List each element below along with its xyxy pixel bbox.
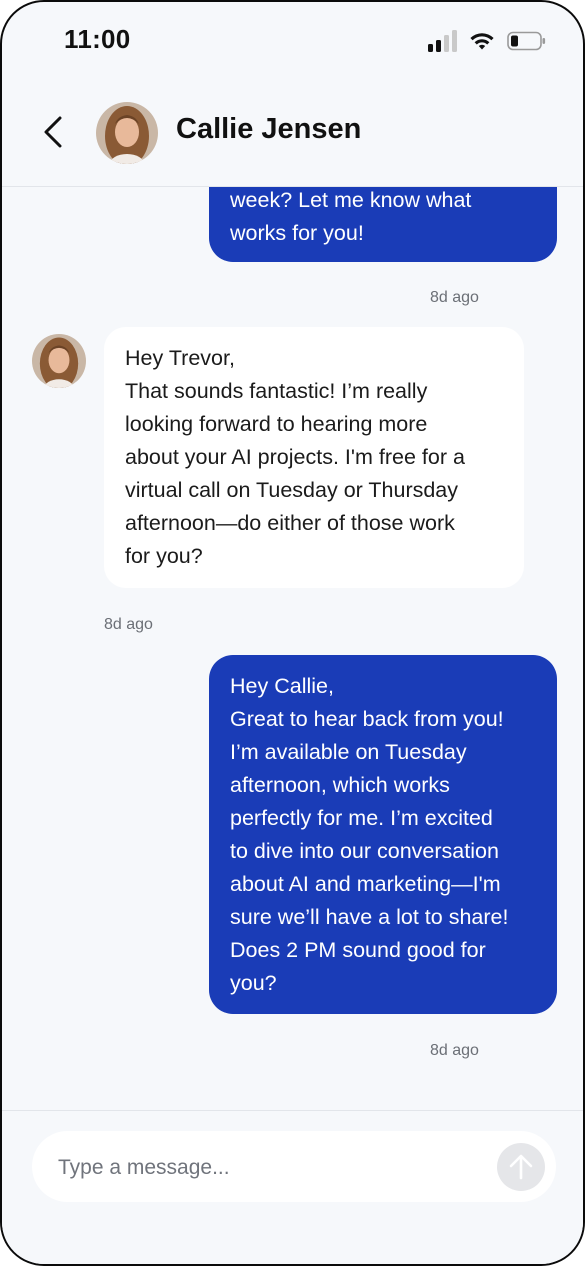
message-line: Hey Trevor, (125, 346, 235, 370)
received-message-bubble: Hey Trevor, That sounds fantastic! I’m r… (104, 327, 524, 588)
message-line: about AI and marketing—I'm (230, 872, 501, 896)
battery-icon (507, 31, 547, 51)
back-button[interactable] (36, 110, 72, 154)
message-line: Hey Callie, (230, 674, 334, 698)
message-timestamp: 8d ago (104, 616, 153, 633)
message-line: I’m available on Tuesday (230, 740, 467, 764)
cellular-signal-icon (428, 30, 457, 52)
message-line: looking forward to hearing more (125, 412, 428, 436)
sent-message-bubble: Hey Callie, Great to hear back from you!… (209, 655, 557, 1014)
message-input[interactable] (56, 1131, 480, 1204)
message-timestamp: 8d ago (430, 1042, 479, 1059)
message-line: about your AI projects. I'm free for a (125, 445, 465, 469)
message-list[interactable]: week? Let me know what works for you! 8d… (2, 187, 583, 1109)
phone-frame: 11:00 Callie Jensen week? Let me know wh… (0, 0, 585, 1266)
message-line: Great to hear back from you! (230, 707, 504, 731)
message-line: afternoon, which works (230, 773, 450, 797)
message-line: sure we’ll have a lot to share! (230, 905, 509, 929)
message-line: for you? (125, 544, 203, 568)
message-line: perfectly for me. I’m excited (230, 806, 493, 830)
message-timestamp: 8d ago (430, 289, 479, 306)
message-line: works for you! (230, 221, 364, 245)
sent-message-bubble: week? Let me know what works for you! (209, 187, 557, 262)
message-line: week? Let me know what (230, 188, 472, 212)
status-bar: 11:00 (2, 2, 583, 80)
message-input-container[interactable] (32, 1131, 556, 1204)
status-icons (428, 26, 547, 56)
contact-avatar (32, 334, 86, 388)
chevron-left-icon (44, 116, 62, 148)
contact-avatar[interactable] (96, 102, 158, 164)
message-line: to dive into our conversation (230, 839, 499, 863)
message-line: That sounds fantastic! I’m really (125, 379, 428, 403)
status-time: 11:00 (64, 24, 131, 54)
message-composer (2, 1110, 583, 1264)
send-button[interactable] (497, 1143, 545, 1191)
message-line: virtual call on Tuesday or Thursday (125, 478, 459, 502)
arrow-up-icon (509, 1154, 533, 1180)
message-line: Does 2 PM sound good for (230, 938, 486, 962)
message-line: you? (230, 971, 277, 995)
chat-header: Callie Jensen (2, 80, 583, 187)
contact-name: Callie Jensen (176, 113, 362, 145)
wifi-icon (469, 31, 495, 51)
message-line: afternoon—do either of those work (125, 511, 455, 535)
